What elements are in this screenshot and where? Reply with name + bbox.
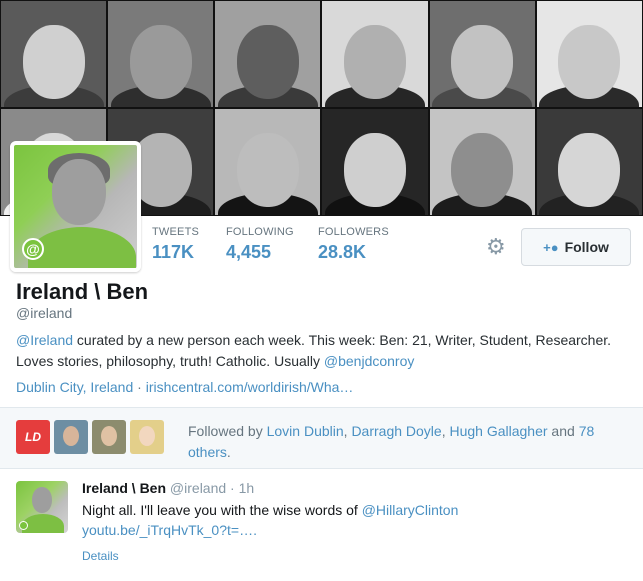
profile-name: Ireland \ Ben xyxy=(16,279,149,304)
tweet-header: Ireland \ Ben @ireland · 1h xyxy=(82,480,254,496)
follower-face xyxy=(139,426,155,446)
ireland-badge-icon xyxy=(19,521,28,530)
tweet-link[interactable]: youtu.be/_iTrqHvTk_0?t=…. xyxy=(82,522,257,538)
bio-mention-benjdconroy[interactable]: @benjdconroy xyxy=(324,353,415,369)
follower-face xyxy=(63,426,79,446)
header-photo-tile xyxy=(428,0,536,108)
followed-by-end: . xyxy=(226,444,231,460)
tweet-avatar-face xyxy=(32,487,52,513)
followed-by-hugh-gallagher[interactable]: Hugh Gallagher xyxy=(449,423,547,439)
header-photo-tile xyxy=(107,0,215,108)
header-photo-tile xyxy=(535,108,643,216)
stat-tweets-value: 117K xyxy=(152,242,195,262)
stat-tweets[interactable]: TWEETS 117K xyxy=(152,226,199,263)
tweet-avatar[interactable] xyxy=(16,481,68,533)
profile-location[interactable]: Dublin City, Ireland xyxy=(16,379,133,395)
tweet-mention-hillaryclinton[interactable]: @HillaryClinton xyxy=(362,502,459,518)
profile-website[interactable]: irishcentral.com/worldirish/Wha… xyxy=(146,379,354,395)
tweet-timestamp[interactable]: 1h xyxy=(239,480,255,496)
header-photo-tile xyxy=(0,0,108,108)
person-plus-icon: +● xyxy=(543,239,559,255)
header-photo-face xyxy=(129,25,192,100)
follower-avatar-darragh-doyle[interactable] xyxy=(54,420,88,454)
follower-avatar-lovin-dublin[interactable]: LD xyxy=(16,420,50,454)
tweet-avatar-body xyxy=(22,514,64,533)
profile-meta: Dublin City, Ireland · irishcentral.com/… xyxy=(16,379,353,395)
followed-by-section: LD Followed by Lovin Dublin, Darragh Doy… xyxy=(0,408,643,468)
header-photo-tile xyxy=(321,0,429,108)
tweet[interactable]: Ireland \ Ben @ireland · 1h Night all. I… xyxy=(0,469,643,581)
header-photo-face xyxy=(344,133,407,208)
header-photo-face xyxy=(558,25,621,100)
follow-button-label: Follow xyxy=(564,239,609,255)
bio-text: curated by a new person each week. This … xyxy=(16,332,612,369)
tweet-details-link[interactable]: Details xyxy=(82,549,119,563)
tweet-author-handle[interactable]: @ireland xyxy=(170,480,226,496)
tweet-text: Night all. I'll leave you with the wise … xyxy=(82,500,622,540)
header-photo-face xyxy=(344,25,407,100)
followed-by-darragh-doyle[interactable]: Darragh Doyle xyxy=(351,423,441,439)
header-photo-tile xyxy=(428,108,536,216)
followed-by-lovin-dublin[interactable]: Lovin Dublin xyxy=(267,423,344,439)
header-photo-face xyxy=(236,133,299,208)
header-photo-face xyxy=(451,133,514,208)
follower-avatar-other[interactable] xyxy=(130,420,164,454)
bio-mention-ireland[interactable]: @Ireland xyxy=(16,332,73,348)
header-photo-tile xyxy=(214,0,322,108)
stat-following-value: 4,455 xyxy=(226,242,272,262)
stat-followers[interactable]: FOLLOWERS 28.8K xyxy=(318,226,389,263)
header-photo-tile xyxy=(321,108,429,216)
stat-following-label: FOLLOWING xyxy=(226,226,294,238)
stat-followers-label: FOLLOWERS xyxy=(318,226,389,238)
follower-avatar-hugh-gallagher[interactable] xyxy=(92,420,126,454)
header-photo-tile xyxy=(535,0,643,108)
follower-face xyxy=(101,426,117,446)
header-photo-face xyxy=(236,25,299,100)
followed-by-and: and xyxy=(547,423,579,439)
profile-handle: @ireland xyxy=(16,305,73,321)
lovin-dublin-logo: LD xyxy=(25,430,41,444)
followed-by-text: Followed by Lovin Dublin, Darragh Doyle,… xyxy=(188,421,618,463)
stat-following[interactable]: FOLLOWING 4,455 xyxy=(226,226,294,263)
follower-avatars: LD xyxy=(16,420,164,454)
header-photo-face xyxy=(22,25,85,100)
followed-by-prefix: Followed by xyxy=(188,423,267,439)
gear-icon[interactable]: ⚙ xyxy=(486,236,506,258)
tweet-author-name[interactable]: Ireland \ Ben xyxy=(82,480,166,496)
stat-tweets-label: TWEETS xyxy=(152,226,200,238)
tweet-dot: · xyxy=(226,480,239,496)
header-photo-tile xyxy=(214,108,322,216)
stat-followers-value: 28.8K xyxy=(318,242,367,262)
profile-bio: @Ireland curated by a new person each we… xyxy=(16,330,616,372)
follow-button[interactable]: +● Follow xyxy=(521,228,631,266)
header-photo-face xyxy=(451,25,514,100)
meta-separator: · xyxy=(137,379,142,395)
tweet-body: Night all. I'll leave you with the wise … xyxy=(82,502,362,518)
header-photo-face xyxy=(558,133,621,208)
